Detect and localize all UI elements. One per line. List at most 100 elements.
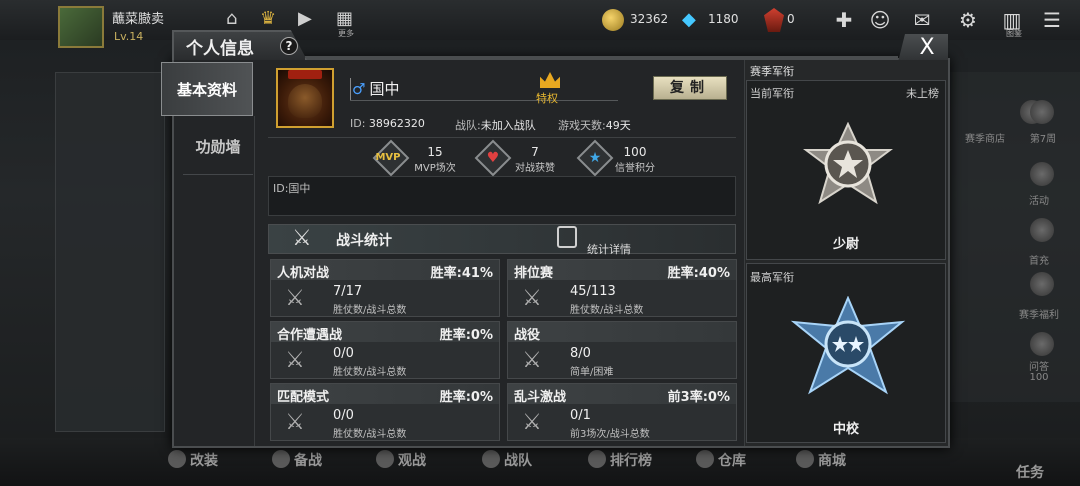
lieutenant-colonel-badge-icon: [790, 296, 906, 395]
mode-card-ranked: 排位赛 胜率:40% ⚔ 45/113 胜仗数/战斗总数: [507, 259, 737, 317]
crossed-swords-icon: ⚔: [285, 348, 305, 373]
diamond-count: 1180: [708, 12, 739, 26]
mode-card-match: 匹配模式 胜率:0% ⚔ 0/0 胜仗数/战斗总数: [270, 383, 500, 441]
likes-count: 7: [531, 145, 539, 159]
star-icon: ★: [588, 150, 602, 166]
card-value: 0/0: [333, 408, 354, 423]
gold-count: 32362: [630, 12, 669, 26]
card-value: 8/0: [570, 346, 591, 361]
mode-card-campaign: 战役 ⚔ 8/0 简单/困难: [507, 321, 737, 379]
highest-rank-name: 中校: [832, 422, 859, 437]
credit-label: 信誉积分: [615, 163, 655, 174]
nav-prepare[interactable]: 备战: [272, 450, 322, 470]
crown-icon[interactable]: ♛: [260, 8, 276, 29]
play-days: 游戏天数:49天: [558, 119, 631, 132]
grid-label: 更多: [338, 29, 354, 38]
skull-icon: [272, 450, 290, 468]
card-value: 0/1: [570, 408, 591, 423]
tab-basic-info-label: 基本资料: [176, 81, 237, 99]
crossed-swords-icon: ⚔: [285, 286, 305, 311]
player-team: 战队:未加入战队: [455, 119, 536, 132]
activity-icon[interactable]: [1030, 162, 1054, 186]
right-item-2[interactable]: 活动: [1004, 192, 1074, 207]
card-sub: 简单/困难: [570, 367, 614, 378]
likes-label: 对战获赞: [515, 163, 555, 174]
crossed-swords-icon: ⚔: [522, 410, 542, 435]
copy-button[interactable]: 复制: [653, 76, 727, 100]
season-welfare-icon[interactable]: [1030, 272, 1054, 296]
player-name: 蘸菜臌卖: [112, 12, 165, 27]
nav-modify[interactable]: 改装: [168, 450, 218, 470]
credit-score: 100: [623, 145, 647, 159]
battle-stats-title: 战斗统计: [336, 233, 392, 249]
right-item-1[interactable]: 第7周: [1008, 130, 1078, 145]
right-item-4[interactable]: 赛季福利: [1004, 306, 1074, 321]
friends-icon[interactable]: ☺: [868, 8, 892, 32]
right-item-6: 100: [1029, 372, 1049, 383]
avatar-badge: [288, 70, 322, 79]
card-title: 合作遭遇战: [277, 328, 343, 343]
signature-box[interactable]: [268, 176, 736, 216]
vip-label: 特权: [536, 92, 558, 105]
card-rate: 胜率:0%: [439, 390, 493, 405]
settings-icon[interactable]: ⚙: [956, 8, 980, 32]
mvp-count: 15: [427, 145, 443, 159]
grid-icon[interactable]: ▦: [336, 8, 353, 29]
player-id: ID: 38962320: [350, 117, 425, 130]
right-item-5[interactable]: 问答: [1004, 358, 1074, 373]
second-lieutenant-badge-icon: [803, 122, 893, 205]
stats-detail-link[interactable]: 统计详情: [587, 241, 631, 257]
plus-icon[interactable]: ✚: [832, 8, 856, 32]
tab-merit-wall[interactable]: 功勋墙: [183, 126, 253, 166]
dialog-title: 个人信息: [186, 39, 254, 59]
card-rate: 前3率:0%: [667, 390, 730, 405]
warehouse-icon: [696, 450, 714, 468]
crossed-swords-icon: ⚔: [522, 348, 542, 373]
week-icon[interactable]: [1030, 100, 1054, 124]
card-sub: 胜仗数/战斗总数: [570, 305, 644, 316]
nav-team[interactable]: 战队: [482, 450, 532, 470]
first-charge-icon[interactable]: [1030, 218, 1054, 242]
card-rate: 胜率:41%: [430, 266, 493, 281]
close-button[interactable]: X: [898, 34, 948, 62]
nav-shop[interactable]: 商城: [796, 450, 846, 470]
card-value: 45/113: [570, 284, 616, 299]
team-icon: [482, 450, 500, 468]
current-rank-name: 少尉: [832, 237, 859, 252]
card-sub: 胜仗数/战斗总数: [333, 367, 407, 378]
mode-card-coop: 合作遭遇战 胜率:0% ⚔ 0/0 胜仗数/战斗总数: [270, 321, 500, 379]
background-right-panel: [950, 72, 1080, 402]
nav-spectate[interactable]: 观战: [376, 450, 426, 470]
gold-coin-icon: [602, 9, 624, 31]
player-avatar[interactable]: [58, 6, 104, 48]
qa-icon[interactable]: [1030, 332, 1054, 356]
mail-icon[interactable]: ✉: [910, 8, 934, 32]
tab-basic-info[interactable]: 基本资料: [161, 62, 253, 116]
help-button[interactable]: ?: [280, 37, 298, 55]
card-title: 人机对战: [277, 266, 330, 281]
card-rate: 胜率:0%: [439, 328, 493, 343]
nav-leaderboard[interactable]: 排行榜: [588, 450, 652, 470]
menu-icon[interactable]: ☰: [1040, 8, 1064, 32]
season-rank-title: 赛季军衔: [750, 65, 794, 78]
male-gender-icon: ♂: [352, 80, 366, 98]
video-icon[interactable]: ▶: [298, 8, 312, 29]
right-item-3[interactable]: 首充: [1004, 252, 1074, 267]
nav-tasks[interactable]: 任务: [1016, 462, 1044, 482]
card-title: 乱斗激战: [514, 390, 567, 405]
current-rank-label: 当前军衔: [750, 87, 794, 100]
medal-count: 0: [787, 12, 795, 26]
home-icon[interactable]: ⌂: [226, 8, 237, 29]
tab-merit-wall-label: 功勋墙: [195, 138, 241, 156]
wrench-icon: [168, 450, 186, 468]
crossed-swords-icon: ⚔: [522, 286, 542, 311]
card-value: 0/0: [333, 346, 354, 361]
mode-card-pve: 人机对战 胜率:41% ⚔ 7/17 胜仗数/战斗总数: [270, 259, 500, 317]
card-value: 7/17: [333, 284, 363, 299]
mvp-label: MVP场次: [414, 163, 456, 174]
nav-warehouse[interactable]: 仓库: [696, 450, 746, 470]
heart-icon: ♥: [486, 150, 500, 166]
signature-text: ID:国中: [273, 182, 311, 195]
highest-rank-label: 最高军衔: [750, 271, 794, 284]
stats-detail-icon[interactable]: [557, 226, 577, 248]
